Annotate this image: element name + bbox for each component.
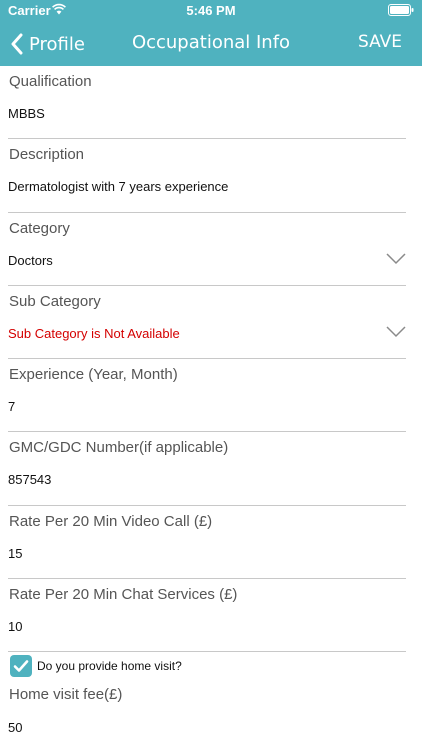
description-input[interactable]: Dermatologist with 7 years experience	[8, 179, 228, 194]
home-visit-fee-input[interactable]: 50	[8, 720, 22, 735]
qualification-field[interactable]: Qualification MBBS	[8, 66, 406, 140]
home-visit-label: Do you provide home visit?	[37, 659, 182, 674]
sub-category-select[interactable]: Sub Category is Not Available	[8, 326, 180, 341]
experience-field[interactable]: Experience (Year, Month) 7	[8, 359, 406, 433]
experience-label: Experience (Year, Month)	[9, 366, 178, 384]
sub-category-field[interactable]: Sub Category Sub Category is Not Availab…	[8, 286, 406, 360]
experience-input[interactable]: 7	[8, 399, 15, 414]
battery-icon	[388, 4, 414, 16]
home-visit-row[interactable]: Do you provide home visit?	[10, 652, 422, 680]
checkmark-icon	[13, 660, 29, 673]
header: Carrier 5:46 PM Profile Occupational Inf…	[0, 0, 422, 66]
status-time: 5:46 PM	[186, 3, 236, 18]
category-select[interactable]: Doctors	[8, 253, 53, 268]
home-visit-fee-label: Home visit fee(£)	[9, 686, 123, 704]
status-bar: Carrier 5:46 PM	[0, 0, 422, 22]
rate-video-field[interactable]: Rate Per 20 Min Video Call (£) 15	[8, 506, 406, 580]
category-field[interactable]: Category Doctors	[8, 213, 406, 286]
qualification-input[interactable]: MBBS	[8, 106, 45, 121]
chevron-down-icon[interactable]	[386, 326, 406, 338]
home-visit-fee-field[interactable]: Home visit fee(£) 50	[8, 680, 406, 740]
chevron-down-icon[interactable]	[386, 253, 406, 265]
back-button[interactable]: Profile	[10, 30, 85, 58]
rate-video-input[interactable]: 15	[8, 546, 22, 561]
description-label: Description	[9, 146, 85, 164]
rate-chat-input[interactable]: 10	[8, 619, 22, 634]
occupational-form: Qualification MBBS Description Dermatolo…	[0, 66, 422, 740]
category-label: Category	[9, 219, 70, 237]
home-visit-checkbox[interactable]	[10, 655, 32, 678]
save-button[interactable]: SAVE	[358, 32, 402, 52]
rate-video-label: Rate Per 20 Min Video Call (£)	[9, 512, 213, 530]
gmc-gdc-label: GMC/GDC Number(if applicable)	[9, 439, 229, 457]
rate-chat-field[interactable]: Rate Per 20 Min Chat Services (£) 10	[8, 579, 406, 653]
chevron-left-icon	[11, 33, 23, 55]
description-field[interactable]: Description Dermatologist with 7 years e…	[8, 139, 406, 213]
gmc-gdc-input[interactable]: 857543	[8, 472, 51, 487]
back-label: Profile	[29, 33, 85, 55]
sub-category-label: Sub Category	[9, 292, 101, 310]
gmc-gdc-field[interactable]: GMC/GDC Number(if applicable) 857543	[8, 432, 406, 506]
qualification-label: Qualification	[9, 73, 92, 90]
rate-chat-label: Rate Per 20 Min Chat Services (£)	[9, 586, 238, 604]
navbar: Profile Occupational Info SAVE	[0, 22, 422, 66]
